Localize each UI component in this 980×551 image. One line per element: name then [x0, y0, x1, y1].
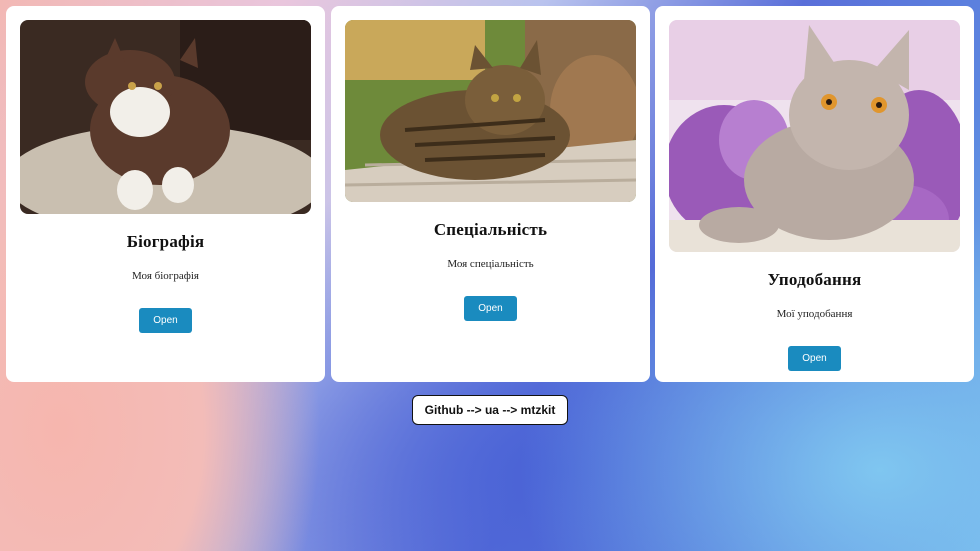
- open-button[interactable]: Open: [139, 308, 192, 333]
- cat-photo-tabby: [345, 20, 636, 202]
- card-title: Спеціальність: [433, 220, 548, 239]
- card-preferences: Уподобання Мої уподобання Open: [655, 6, 974, 382]
- card-description: Моя спеціальність: [447, 258, 534, 270]
- open-button[interactable]: Open: [788, 346, 841, 371]
- card-description: Моя біографія: [132, 270, 199, 282]
- card-title: Уподобання: [767, 270, 862, 289]
- card-description: Мої уподобання: [776, 308, 853, 320]
- cat-photo-gray-lilac: [669, 20, 960, 252]
- card-biography: Біографія Моя біографія Open: [6, 6, 325, 382]
- cat-photo-brown-white: [20, 20, 311, 214]
- card-specialty: Спеціальність Моя спеціальність Open: [331, 6, 650, 382]
- card-title: Біографія: [126, 232, 205, 251]
- open-button[interactable]: Open: [464, 296, 517, 321]
- github-link-button[interactable]: Github --> ua --> mtzkit: [412, 395, 568, 425]
